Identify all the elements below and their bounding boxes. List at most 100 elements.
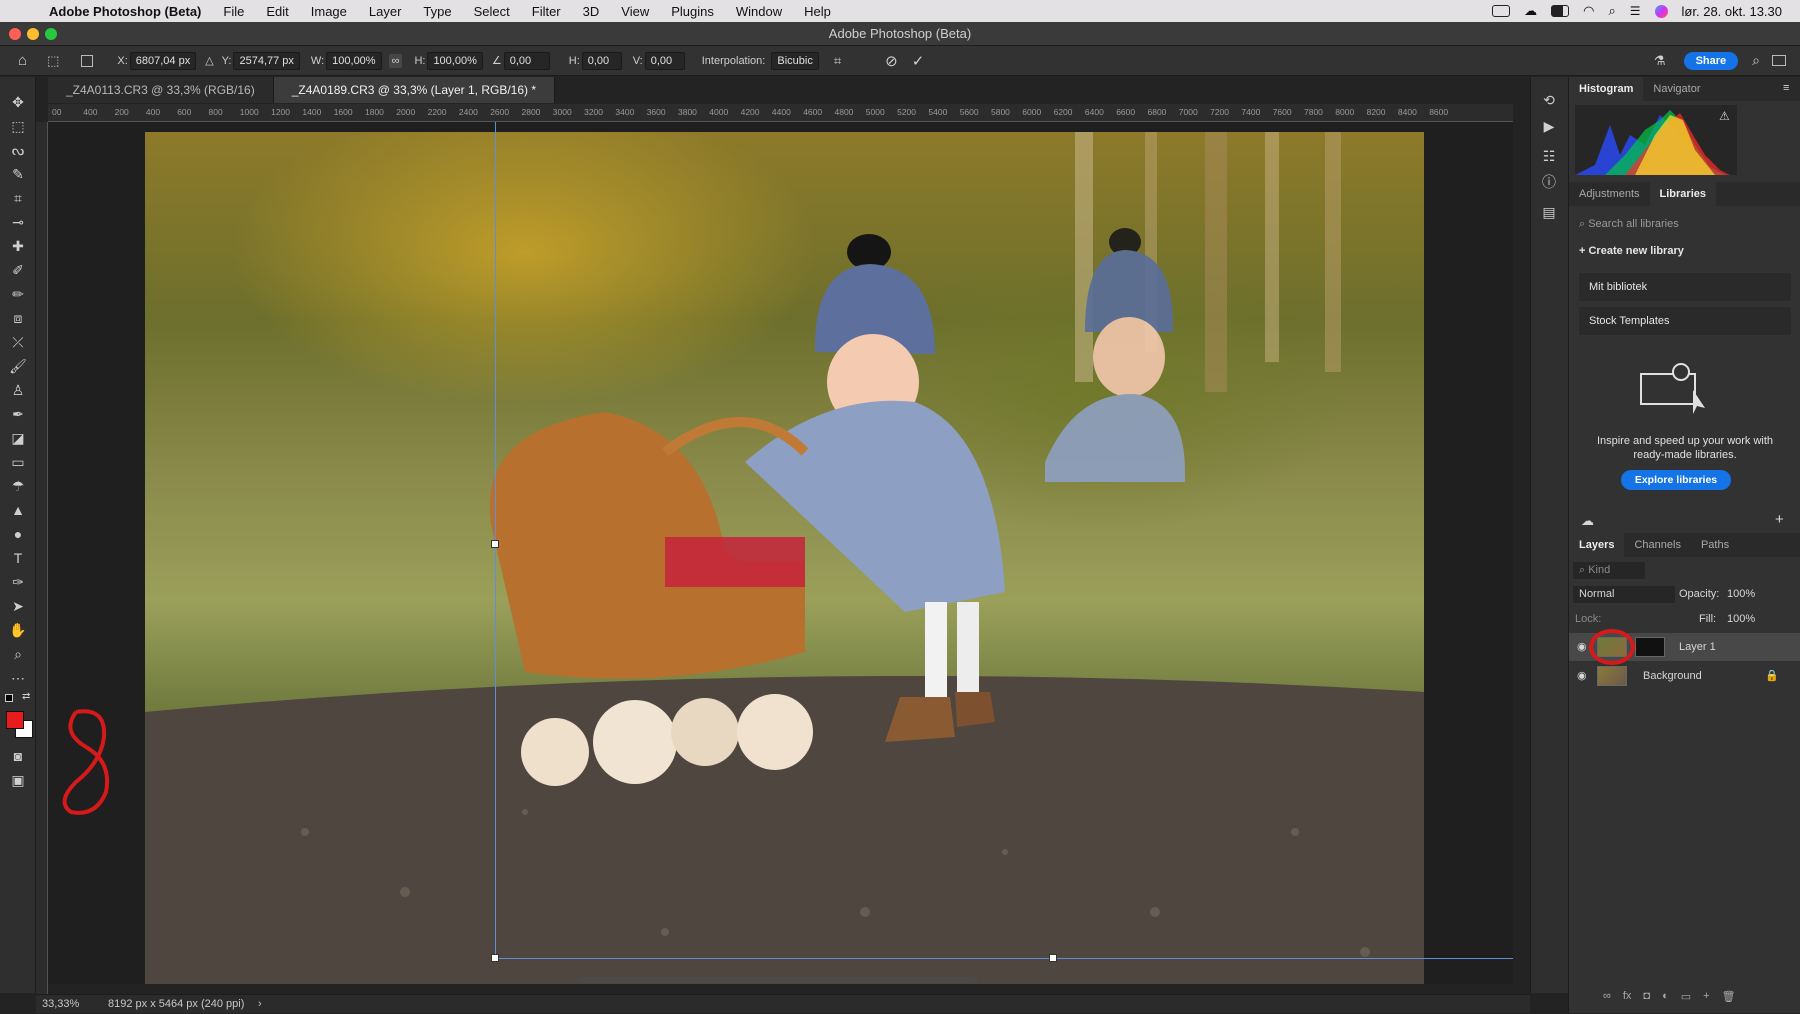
histogram-warning-icon[interactable]: ⚠ — [1719, 109, 1730, 123]
warp-icon[interactable]: ⌗ — [834, 53, 841, 69]
layer-name[interactable]: Background — [1643, 662, 1702, 690]
actions-panel-icon[interactable]: ▶ — [1540, 117, 1558, 135]
layer-kind-filter[interactable]: ⌕ Kind — [1573, 562, 1645, 579]
transform-bound-bottom[interactable] — [495, 958, 1513, 959]
quick-selection-tool-icon[interactable]: ✎ — [9, 165, 27, 183]
eraser-tool-icon[interactable]: ◪ — [9, 429, 27, 447]
menu-select[interactable]: Select — [463, 4, 521, 19]
spotlight-search-icon[interactable]: ⌕ — [1609, 3, 1616, 19]
delta-icon[interactable]: △ — [205, 54, 213, 67]
reference-point-icon[interactable] — [81, 54, 94, 67]
interpolation-select[interactable]: Bicubic — [771, 51, 819, 70]
marquee-tool-icon[interactable]: ⬚ — [9, 117, 27, 135]
document-info[interactable]: 8192 px x 5464 px (240 ppi) — [108, 995, 244, 1014]
layer-style-icon[interactable]: fx — [1623, 990, 1632, 1003]
tab-paths[interactable]: Paths — [1691, 533, 1739, 557]
create-library-button[interactable]: + Create new library — [1579, 245, 1684, 257]
visibility-eye-icon[interactable]: ◉ — [1577, 662, 1587, 690]
wifi-icon[interactable]: ◠ — [1583, 3, 1594, 19]
explore-libraries-button[interactable]: Explore libraries — [1621, 470, 1731, 490]
tab-document-2[interactable]: _Z4A0189.CR3 @ 33,3% (Layer 1, RGB/16) * — [273, 77, 556, 103]
layer-thumbnail[interactable] — [1597, 666, 1627, 686]
canvas-area[interactable] — [48, 122, 1513, 984]
new-group-icon[interactable]: ▭ — [1681, 990, 1691, 1003]
adjustments-panel-icon[interactable]: ☷ — [1540, 147, 1558, 165]
menu-view[interactable]: View — [610, 4, 660, 19]
cloud-sync-icon[interactable]: ☁ — [1581, 513, 1594, 529]
transform-handle-left[interactable] — [491, 540, 499, 548]
transform-handle-bottom[interactable] — [1049, 954, 1057, 962]
smudge-tool-icon[interactable]: ☂ — [9, 477, 27, 495]
y-position-field[interactable]: 2574,77 px — [233, 51, 300, 70]
commit-transform-icon[interactable]: ✓ — [912, 52, 925, 70]
new-adjustment-icon[interactable]: ◐ — [1662, 990, 1669, 1003]
tab-document-1[interactable]: _Z4A0113.CR3 @ 33,3% (RGB/16) — [48, 77, 274, 103]
quick-mask-icon[interactable]: ◙ — [9, 747, 27, 765]
history-brush-tool-icon[interactable]: ⤫ — [9, 333, 27, 351]
zoom-window-button[interactable] — [45, 28, 57, 40]
battery-icon[interactable] — [1551, 5, 1570, 17]
horizontal-ruler[interactable]: 00 400 200 400 600 800 1000 1200 1400 1600 1800 200… — [48, 104, 1513, 122]
menu-image[interactable]: Image — [300, 4, 358, 19]
menu-edit[interactable]: Edit — [255, 4, 299, 19]
close-window-button[interactable] — [9, 28, 21, 40]
more-tools-icon[interactable]: ⋯ — [9, 669, 27, 687]
tab-libraries[interactable]: Libraries — [1649, 182, 1716, 206]
menubar-clock[interactable]: lør. 28. okt. 13.30 — [1682, 4, 1782, 19]
layer-row[interactable]: ◉ Layer 1 — [1569, 629, 1800, 665]
new-layer-icon[interactable]: + — [1703, 990, 1709, 1003]
menu-window[interactable]: Window — [725, 4, 793, 19]
visibility-eye-icon[interactable]: ◉ — [1577, 633, 1587, 661]
layer-mask-thumbnail[interactable] — [1635, 637, 1665, 657]
tab-histogram[interactable]: Histogram — [1569, 77, 1644, 101]
blend-mode-select[interactable]: Normal — [1573, 586, 1675, 603]
menu-layer[interactable]: Layer — [358, 4, 413, 19]
lock-icon[interactable]: 🔒 — [1765, 662, 1779, 690]
transform-handle-bottom-left[interactable] — [491, 954, 499, 962]
crop-tool-icon[interactable]: ⌗ — [9, 189, 27, 207]
fill-field[interactable]: 100% — [1727, 613, 1755, 625]
info-panel-icon[interactable]: ⓘ — [1540, 173, 1558, 191]
paint-brush-tool-icon[interactable]: 🖌 — [9, 357, 27, 375]
add-mask-icon[interactable]: ◘ — [1643, 990, 1650, 1003]
add-library-icon[interactable]: + — [1775, 511, 1784, 528]
menu-app[interactable]: Adobe Photoshop (Beta) — [38, 4, 212, 19]
layer-name[interactable]: Layer 1 — [1679, 633, 1716, 661]
pen-tool-icon[interactable]: ✑ — [9, 573, 27, 591]
foreground-color-swatch[interactable] — [6, 711, 24, 729]
menu-help[interactable]: Help — [793, 4, 842, 19]
link-layers-icon[interactable]: ∞ — [1603, 990, 1611, 1003]
library-item[interactable]: Mit bibliotek — [1579, 273, 1791, 301]
default-colors-icon[interactable] — [5, 694, 13, 702]
zoom-level[interactable]: 33,33% — [42, 995, 79, 1014]
link-proportions-icon[interactable]: ∞ — [388, 53, 403, 68]
horizontal-skew-field[interactable]: 0,00 — [581, 51, 622, 70]
home-icon[interactable]: ⌂ — [18, 52, 27, 69]
move-tool-icon[interactable]: ✥ — [9, 93, 27, 111]
dodge-tool-icon[interactable]: ● — [9, 525, 27, 543]
width-field[interactable]: 100,00% — [326, 51, 382, 70]
history-panel-icon[interactable]: ⟲ — [1540, 91, 1558, 109]
tab-channels[interactable]: Channels — [1624, 533, 1690, 557]
tab-layers[interactable]: Layers — [1569, 533, 1625, 557]
vertical-skew-field[interactable]: 0,00 — [644, 51, 685, 70]
type-tool-icon[interactable]: T — [9, 549, 27, 567]
sharpen-tool-icon[interactable]: ▲ — [9, 501, 27, 519]
menu-3d[interactable]: 3D — [572, 4, 611, 19]
creative-cloud-icon[interactable]: ☁ — [1524, 3, 1537, 19]
menu-plugins[interactable]: Plugins — [660, 4, 725, 19]
transform-tool-icon[interactable]: ⬚ — [47, 53, 59, 69]
control-center-icon[interactable]: ☰ — [1630, 4, 1641, 18]
flask-icon[interactable]: ⚗ — [1654, 53, 1666, 69]
layer-row[interactable]: ◉ Background 🔒 — [1569, 662, 1800, 690]
healing-brush-tool-icon[interactable]: ✐ — [9, 261, 27, 279]
lasso-tool-icon[interactable]: ᔓ — [9, 141, 27, 159]
path-selection-tool-icon[interactable]: ➤ — [9, 597, 27, 615]
tab-adjustments[interactable]: Adjustments — [1569, 182, 1650, 206]
canvas-horizontal-scrollbar[interactable] — [578, 977, 978, 983]
share-button[interactable]: Share — [1683, 51, 1739, 70]
delete-layer-icon[interactable]: 🗑 — [1722, 990, 1736, 1003]
workspace-icon[interactable] — [1772, 55, 1786, 66]
opacity-field[interactable]: 100% — [1727, 588, 1755, 600]
height-field[interactable]: 100,00% — [427, 51, 483, 70]
